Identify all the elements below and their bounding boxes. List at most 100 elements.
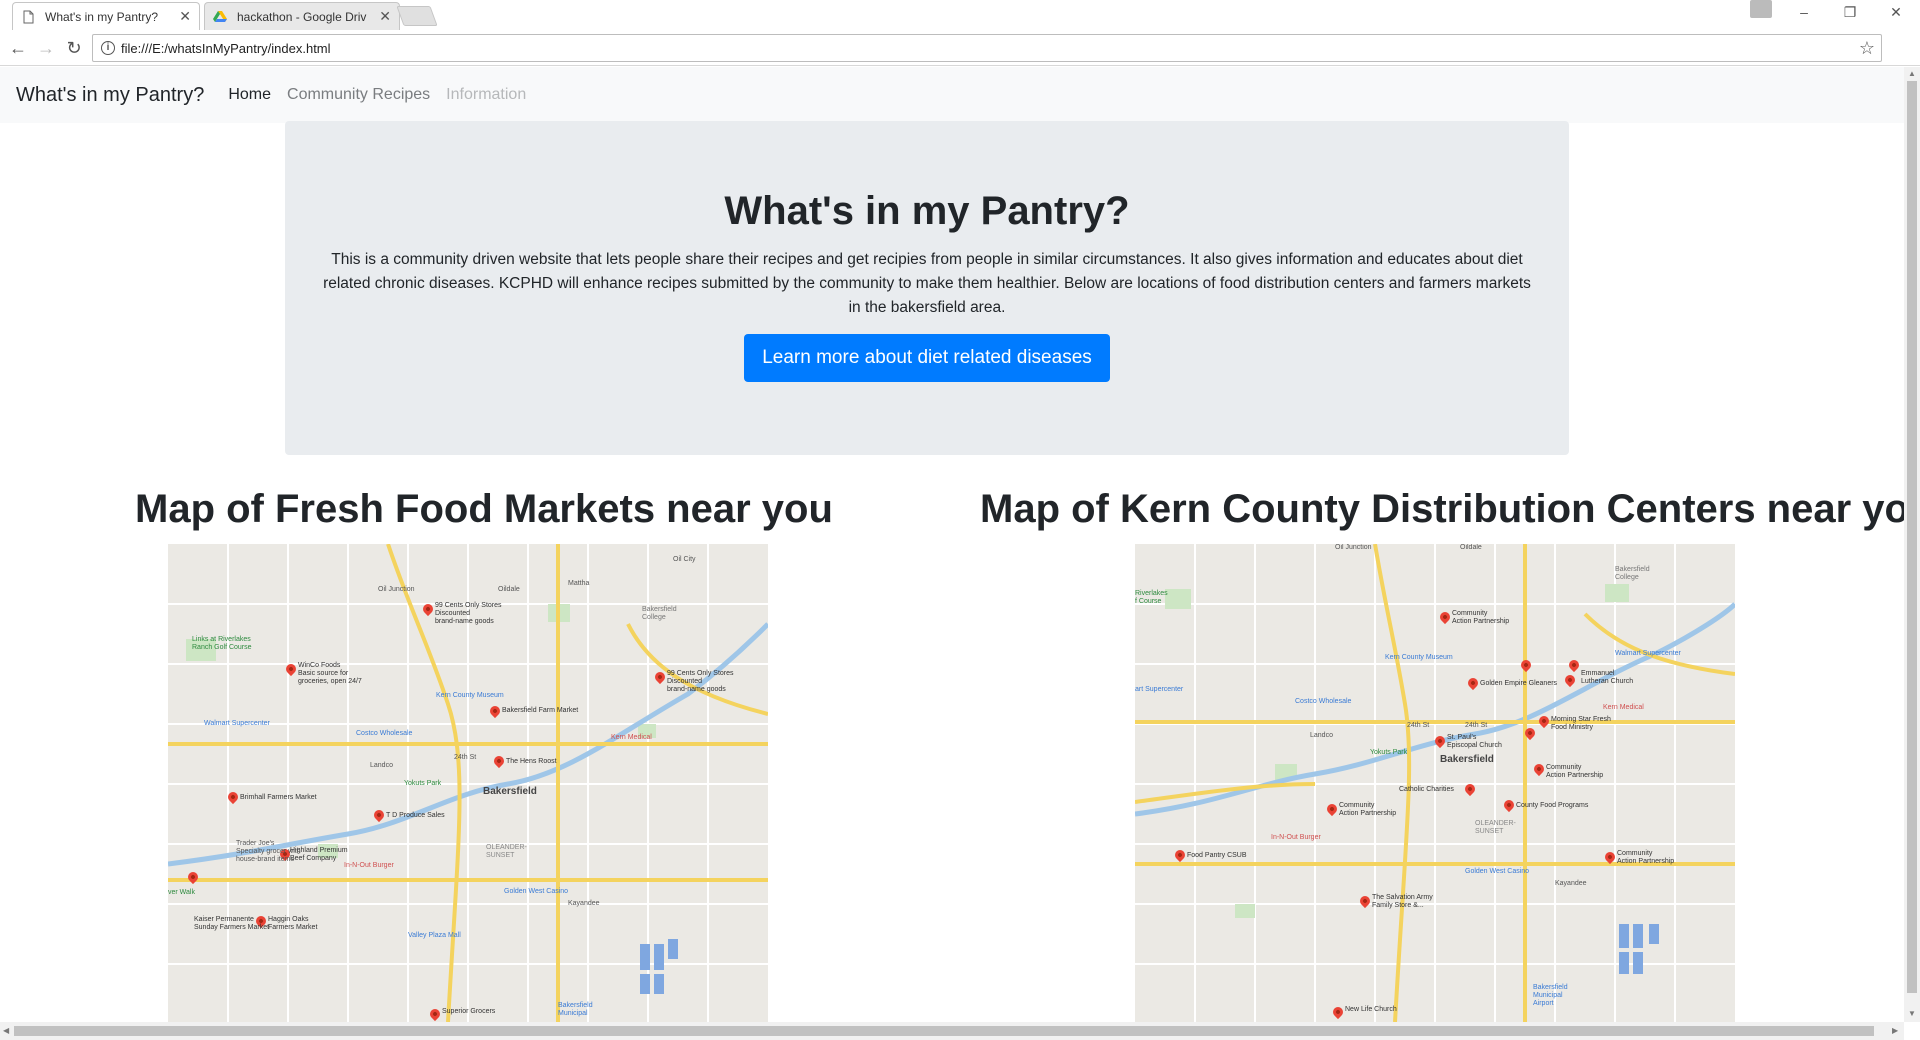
pin-label: 99 Cents Only Stores Discounted brand-name… bbox=[435, 602, 502, 625]
site-navbar: What's in my Pantry? Home Community Reci… bbox=[0, 67, 1904, 123]
horizontal-scroll-thumb[interactable] bbox=[14, 1026, 1874, 1036]
vertical-scrollbar[interactable]: ▲ ▼ bbox=[1904, 67, 1920, 1022]
map-place-label: OLEANDER- SUNSET bbox=[1475, 820, 1516, 835]
scroll-down-icon[interactable]: ▼ bbox=[1908, 1009, 1916, 1018]
minimize-icon[interactable]: – bbox=[1782, 0, 1826, 24]
map-place-label: Kern Medical bbox=[1603, 704, 1644, 711]
map-place-label: Landco bbox=[1310, 732, 1333, 739]
pin-label: Bakersfield Farm Market bbox=[502, 707, 579, 714]
close-tab-icon[interactable]: ✕ bbox=[179, 8, 191, 25]
pin-label: Morning Star Fresh Food Ministry bbox=[1551, 716, 1611, 731]
address-bar[interactable]: i file:///E:/whatsInMyPantry/index.html … bbox=[92, 34, 1882, 62]
map-place-label: ver Walk bbox=[168, 889, 195, 896]
page-icon bbox=[21, 10, 35, 24]
pin-label: Community Action Partnership bbox=[1546, 764, 1604, 779]
pin-label: The Hens Roost bbox=[506, 758, 557, 765]
scroll-up-icon[interactable]: ▲ bbox=[1908, 69, 1916, 78]
map-place-label: Golden West Casino bbox=[1465, 868, 1530, 875]
profile-icon[interactable] bbox=[1750, 0, 1772, 18]
google-drive-icon bbox=[213, 10, 227, 24]
map-place-label: In-N-Out Burger bbox=[344, 862, 394, 869]
map-city-label: Bakersfield bbox=[483, 786, 537, 797]
map-place-label: Walmart Supercenter bbox=[1615, 650, 1681, 657]
horizontal-scrollbar[interactable]: ◀ ▶ bbox=[0, 1022, 1904, 1040]
map-place-label: Valley Plaza Mall bbox=[408, 932, 461, 939]
map-place-label: Yokuts Park bbox=[404, 780, 442, 787]
pin-label: Community Action Partnership bbox=[1452, 610, 1510, 625]
site-description: This is a community driven website that … bbox=[323, 251, 1531, 316]
map-place-label: Bakersfield College bbox=[1615, 566, 1650, 581]
map-place-label: Oil Junction bbox=[1335, 544, 1372, 551]
map-place-label: 24th St bbox=[1407, 722, 1430, 729]
new-tab-button[interactable] bbox=[396, 6, 438, 26]
map-place-label: In-N-Out Burger bbox=[1271, 834, 1321, 841]
pin-label: Golden Empire Gleaners bbox=[1480, 680, 1558, 687]
forward-icon[interactable]: → bbox=[34, 36, 58, 60]
map-place-label: Oildale bbox=[1460, 544, 1482, 551]
map-place-label: Landco bbox=[370, 762, 393, 769]
map-place-label: Kern Medical bbox=[611, 734, 652, 741]
map-place-label: Bakersfield Municipal bbox=[558, 1002, 593, 1017]
learn-more-button[interactable]: Learn more about diet related diseases bbox=[744, 334, 1110, 382]
map-place-label: Oil City bbox=[673, 556, 696, 563]
map-place-label: Costco Wholesale bbox=[356, 730, 413, 737]
nav-link-information[interactable]: Information bbox=[446, 86, 526, 104]
pin-label: Emmanuel Lutheran Church bbox=[1581, 670, 1634, 685]
map-place-label: Bakersfield Municipal Airport bbox=[1533, 984, 1568, 1007]
map-place-label: Yokuts Park bbox=[1370, 749, 1408, 756]
pin-label: Food Pantry CSUB bbox=[1187, 852, 1247, 859]
map-place-label: 24th St bbox=[454, 754, 477, 761]
map-place-label: Mattha bbox=[568, 580, 590, 587]
pin-label: Community Action Partnership bbox=[1339, 802, 1397, 817]
navbar-brand[interactable]: What's in my Pantry? bbox=[16, 84, 204, 107]
pin-label: The Salvation Army Family Store &... bbox=[1372, 894, 1433, 909]
tab-title: What's in my Pantry? bbox=[45, 9, 158, 24]
tab-hackathon-drive[interactable]: hackathon - Google Driv ✕ bbox=[204, 2, 400, 30]
back-icon[interactable]: ← bbox=[6, 36, 30, 60]
pin-label: Brimhall Farmers Market bbox=[240, 794, 317, 801]
bookmark-star-icon[interactable]: ☆ bbox=[1859, 38, 1875, 59]
pin-label: St. Paul's Episcopal Church bbox=[1447, 734, 1502, 749]
map-place-label: Kern County Museum bbox=[1385, 654, 1453, 661]
restore-icon[interactable]: ❐ bbox=[1828, 0, 1872, 24]
pin-label: Superior Grocers bbox=[442, 1008, 496, 1015]
map-place-label: Links at Riverlakes Ranch Golf Course bbox=[192, 636, 252, 651]
vertical-scroll-thumb[interactable] bbox=[1907, 81, 1917, 993]
reload-icon[interactable]: ↻ bbox=[62, 36, 86, 60]
map-place-label: Riverlakes f Course bbox=[1135, 590, 1168, 605]
pin-label: Catholic Charities bbox=[1399, 786, 1454, 793]
map-place-label: Trader Joe's Specialty grocer with house-b… bbox=[236, 840, 301, 863]
browser-toolbar: ← → ↻ i file:///E:/whatsInMyPantry/index… bbox=[0, 30, 1920, 84]
map-place-label: Kern County Museum bbox=[436, 692, 504, 699]
nav-link-community-recipes[interactable]: Community Recipes bbox=[287, 86, 430, 104]
map-place-label: Kaiser Permanente Sunday Farmers Market bbox=[194, 916, 270, 931]
fresh-food-map-title: Map of Fresh Food Markets near you bbox=[135, 487, 833, 531]
browser-tabstrip: What's in my Pantry? ✕ hackathon - Googl… bbox=[0, 0, 1920, 30]
url-text: file:///E:/whatsInMyPantry/index.html bbox=[121, 40, 331, 56]
map-place-label: Walmart Supercenter bbox=[204, 720, 270, 727]
pin-label: Haggin Oaks Farmers Market bbox=[268, 916, 318, 931]
tab-title: hackathon - Google Driv bbox=[237, 9, 367, 24]
map-place-label: art Supercenter bbox=[1135, 686, 1184, 693]
map-place-label: 24th St bbox=[1465, 722, 1488, 729]
pin-label: T D Produce Sales bbox=[386, 812, 445, 819]
pin-label: Community Action Partnership bbox=[1617, 850, 1675, 865]
page-viewport: What's in my Pantry? Home Community Reci… bbox=[0, 67, 1904, 1022]
page-title: What's in my Pantry? bbox=[724, 189, 1130, 233]
info-icon[interactable]: i bbox=[101, 41, 115, 55]
tab-whats-in-my-pantry[interactable]: What's in my Pantry? ✕ bbox=[12, 2, 200, 30]
distribution-centers-map[interactable]: Bakersfield Community Action Partnership … bbox=[1135, 544, 1735, 1022]
jumbotron: What's in my Pantry? This is a community… bbox=[285, 121, 1569, 455]
map-place-label: Kayandee bbox=[568, 900, 600, 907]
close-window-icon[interactable]: ✕ bbox=[1874, 0, 1918, 24]
scroll-left-icon[interactable]: ◀ bbox=[3, 1026, 9, 1035]
map-place-label: Kayandee bbox=[1555, 880, 1587, 887]
scroll-right-icon[interactable]: ▶ bbox=[1892, 1026, 1898, 1035]
map-place-label: Golden West Casino bbox=[504, 888, 569, 895]
close-tab-icon[interactable]: ✕ bbox=[379, 8, 391, 25]
map-roads bbox=[1135, 544, 1735, 1022]
nav-link-home[interactable]: Home bbox=[228, 86, 271, 104]
fresh-food-markets-map[interactable]: Bakersfield 99 Cents Only Stores Discount… bbox=[168, 544, 768, 1022]
map-place-label: OLEANDER- SUNSET bbox=[486, 844, 527, 859]
pin-label: New Life Church bbox=[1345, 1006, 1397, 1013]
